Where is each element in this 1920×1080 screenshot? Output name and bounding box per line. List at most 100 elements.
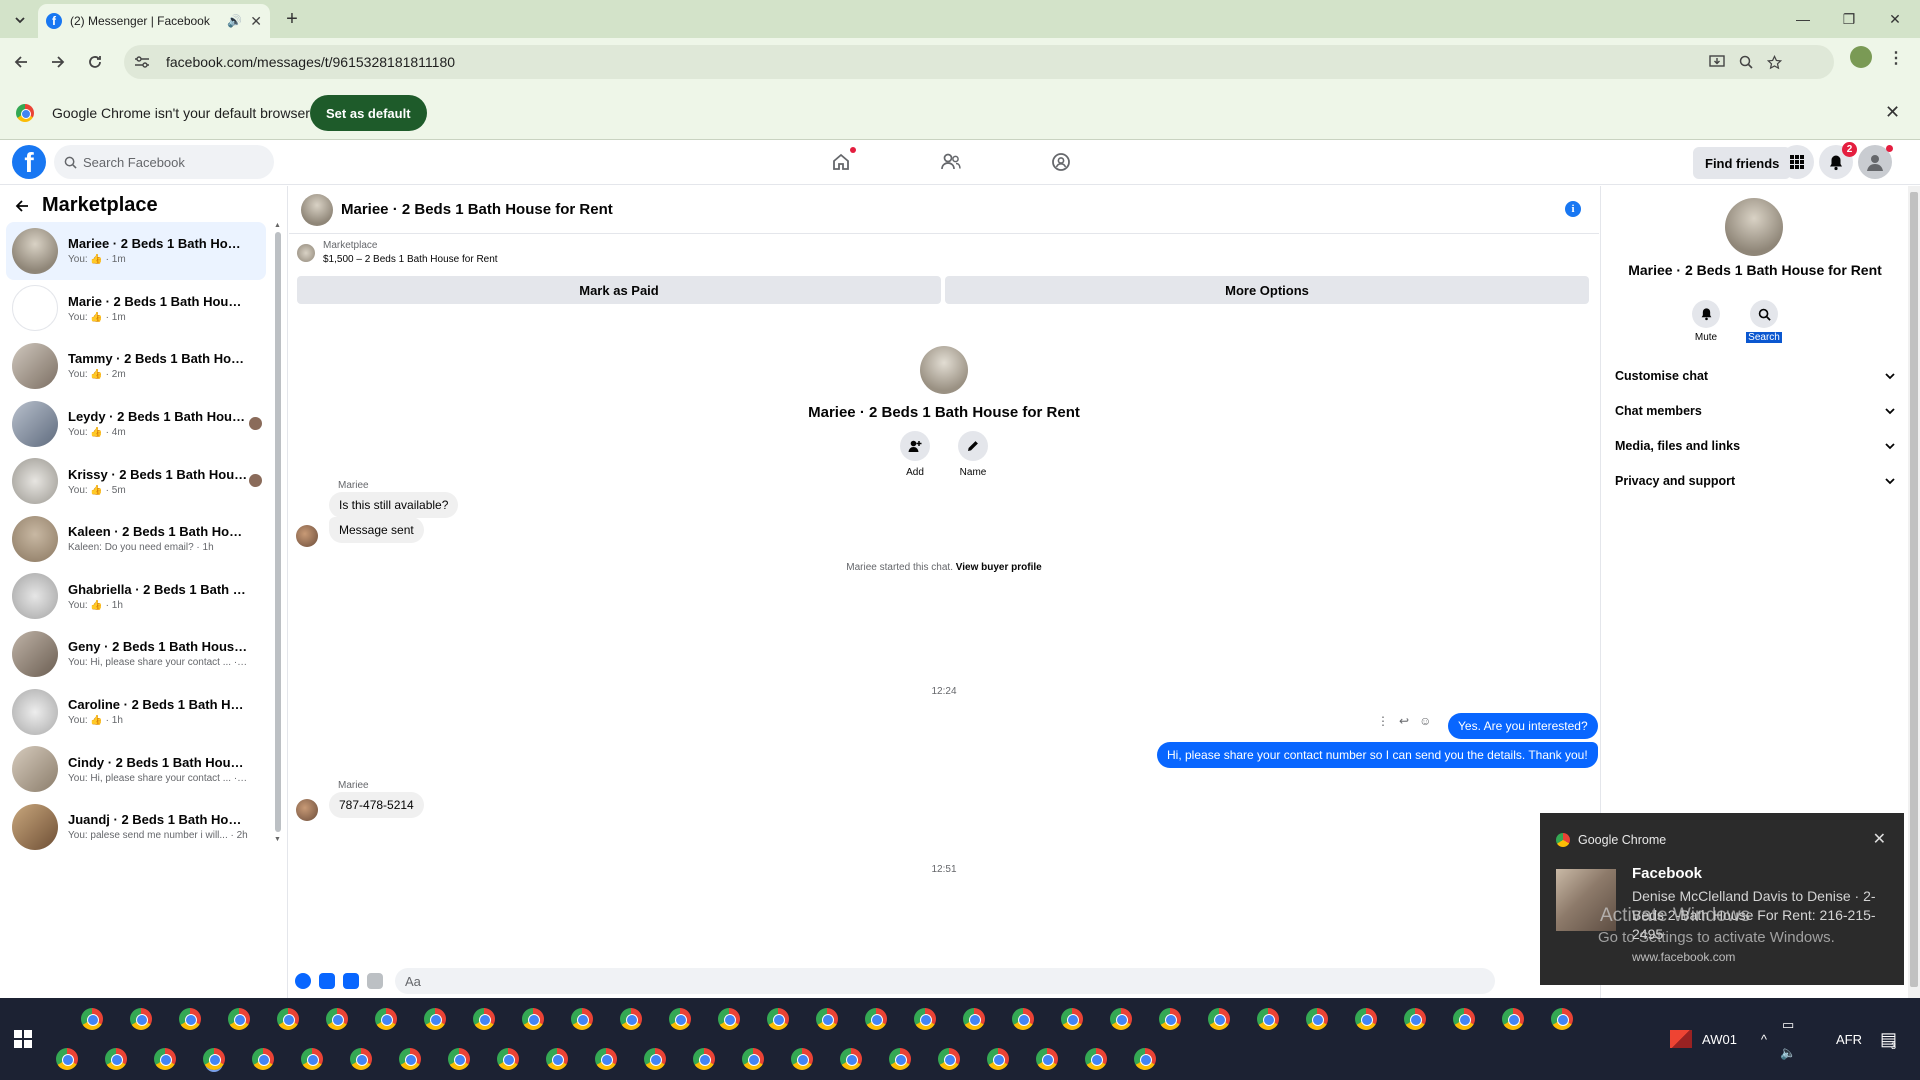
forward-button[interactable] [42, 46, 74, 78]
taskbar-chrome-icon[interactable] [1502, 1008, 1524, 1030]
taskbar-chrome-icon[interactable] [742, 1048, 764, 1070]
taskbar-chrome-icon[interactable] [326, 1008, 348, 1030]
facebook-search-input[interactable] [83, 154, 243, 170]
customise-chat-section[interactable]: Customise chat [1615, 364, 1895, 388]
minimize-button[interactable]: — [1780, 0, 1826, 38]
taskbar-chrome-icon[interactable] [1551, 1008, 1573, 1030]
taskbar-chrome-icon[interactable] [620, 1008, 642, 1030]
conversation-item[interactable]: Ghabriella · 2 Beds 1 Bath Hous... You: 👍… [6, 568, 266, 626]
taskbar-chrome-icon[interactable] [375, 1008, 397, 1030]
taskbar-chrome-icon[interactable] [1453, 1008, 1475, 1030]
taskbar-chrome-icon[interactable] [816, 1008, 838, 1030]
message-bubble-incoming[interactable]: Is this still available? [329, 492, 459, 518]
show-hidden-icons-chevron-icon[interactable]: ^ [1761, 1032, 1767, 1047]
notifications-button[interactable]: 2 [1819, 142, 1857, 179]
restore-button[interactable]: ❐ [1826, 0, 1872, 38]
conversation-item[interactable]: Tammy · 2 Beds 1 Bath House f... You: 👍 ·… [6, 337, 266, 395]
taskbar-chrome-icon[interactable] [1404, 1008, 1426, 1030]
taskbar-chrome-icon[interactable] [791, 1048, 813, 1070]
install-app-icon[interactable] [1709, 55, 1725, 69]
app-tray-icon[interactable] [1670, 1030, 1692, 1048]
message-bubble-outgoing[interactable]: Yes. Are you interested? [1448, 713, 1598, 739]
listing-price-title[interactable]: $1,500 – 2 Beds 1 Bath House for Rent [323, 254, 498, 265]
taskbar-chrome-icon[interactable] [1355, 1008, 1377, 1030]
taskbar-chrome-icon[interactable] [1306, 1008, 1328, 1030]
taskbar-chrome-icon[interactable] [350, 1048, 372, 1070]
more-actions-icon[interactable]: ⋮ [1377, 714, 1389, 728]
address-bar[interactable]: facebook.com/messages/t/9615328181811180 [124, 45, 1834, 79]
taskbar-chrome-icon[interactable] [914, 1008, 936, 1030]
conversation-scrollbar[interactable]: ▲ ▼ [274, 222, 282, 844]
set-as-default-button[interactable]: Set as default [310, 95, 427, 131]
taskbar-chrome-icon[interactable] [1036, 1048, 1058, 1070]
chrome-menu-icon[interactable]: ⋮ [1888, 48, 1904, 68]
taskbar-chrome-icon[interactable] [105, 1048, 127, 1070]
chrome-notification-toast[interactable]: Google Chrome ✕ Facebook Denise McClella… [1540, 813, 1904, 985]
conversation-item[interactable]: Cindy · 2 Beds 1 Bath House for... You: H… [6, 740, 266, 798]
notification-close-icon[interactable]: ✕ [1873, 829, 1886, 849]
conversation-item[interactable]: Kaleen · 2 Beds 1 Bath House fo... Kaleen… [6, 510, 266, 568]
taskbar-chrome-icon[interactable] [1061, 1008, 1083, 1030]
language-indicator[interactable]: AFR [1836, 998, 1862, 1080]
more-options-button[interactable]: More Options [945, 276, 1589, 304]
sender-avatar[interactable] [296, 525, 318, 547]
taskbar-chrome-icon[interactable] [1134, 1048, 1156, 1070]
chat-header-name[interactable]: Mariee · 2 Beds 1 Bath House for Rent [341, 201, 613, 218]
taskbar-chrome-icon[interactable] [767, 1008, 789, 1030]
taskbar-chrome-icon[interactable] [1159, 1008, 1181, 1030]
conversation-item[interactable]: Marie · 2 Beds 1 Bath House for... You: 👍… [6, 280, 266, 338]
view-buyer-profile-link[interactable]: View buyer profile [956, 562, 1042, 573]
message-bubble-outgoing[interactable]: Hi, please share your contact number so … [1157, 742, 1598, 768]
taskbar-chrome-icon[interactable] [448, 1048, 470, 1070]
chat-members-section[interactable]: Chat members [1615, 399, 1895, 423]
conversation-item[interactable]: Leydy · 2 Beds 1 Bath House f... You: 👍 ·… [6, 395, 266, 453]
tray-label[interactable]: AW01 [1702, 1032, 1737, 1047]
close-window-button[interactable]: ✕ [1872, 0, 1918, 38]
message-bubble-incoming[interactable]: 787-478-5214 [329, 792, 424, 818]
back-arrow-icon[interactable] [14, 198, 30, 214]
volume-icon[interactable]: 🔈 [1780, 1045, 1796, 1061]
find-friends-button[interactable]: Find friends [1693, 147, 1792, 179]
gif-icon[interactable] [367, 973, 383, 989]
reload-button[interactable] [79, 46, 111, 78]
conversation-item[interactable]: Juandj · 2 Beds 1 Bath House fo... You: p… [6, 798, 266, 856]
info-icon[interactable]: i [1565, 201, 1581, 217]
groups-nav-icon[interactable] [1048, 149, 1074, 175]
sender-avatar[interactable] [296, 799, 318, 821]
message-input[interactable] [395, 968, 1495, 994]
taskbar-chrome-icon[interactable] [277, 1008, 299, 1030]
reply-icon[interactable]: ↩ [1399, 714, 1409, 728]
profile-avatar-icon[interactable] [1850, 46, 1872, 68]
mute-button[interactable]: Mute [1687, 300, 1725, 343]
chat-header-avatar[interactable] [301, 193, 333, 226]
taskbar-chrome-icon[interactable] [203, 1048, 225, 1070]
facebook-logo-icon[interactable]: f [12, 145, 46, 179]
taskbar-chrome-icon[interactable] [130, 1008, 152, 1030]
taskbar-chrome-icon[interactable] [865, 1008, 887, 1030]
taskbar-chrome-icon[interactable] [399, 1048, 421, 1070]
taskbar-chrome-icon[interactable] [669, 1008, 691, 1030]
sticker-icon[interactable] [343, 973, 359, 989]
details-avatar[interactable] [1725, 198, 1783, 256]
page-scrollbar[interactable] [1908, 186, 1920, 998]
message-bubble-incoming[interactable]: Message sent [329, 517, 424, 543]
taskbar-chrome-icon[interactable] [522, 1008, 544, 1030]
taskbar-chrome-icon[interactable] [840, 1048, 862, 1070]
taskbar-chrome-icon[interactable] [546, 1048, 568, 1070]
infobar-close-icon[interactable]: ✕ [1885, 102, 1900, 123]
facebook-search-box[interactable] [54, 145, 274, 179]
zoom-icon[interactable] [1739, 55, 1753, 69]
add-people-button[interactable]: Add [898, 431, 932, 478]
taskbar-chrome-icon[interactable] [644, 1048, 666, 1070]
taskbar-chrome-icon[interactable] [1085, 1048, 1107, 1070]
taskbar-chrome-icon[interactable] [1110, 1008, 1132, 1030]
notification-center-button[interactable]: ▤ 3 [1880, 998, 1897, 1080]
site-info-icon[interactable] [134, 55, 152, 69]
taskbar-chrome-icon[interactable] [571, 1008, 593, 1030]
taskbar-chrome-icon[interactable] [424, 1008, 446, 1030]
taskbar-chrome-icon[interactable] [987, 1048, 1009, 1070]
conversation-item[interactable]: Mariee · 2 Beds 1 Bath House f... You: 👍 … [6, 222, 266, 280]
mark-as-paid-button[interactable]: Mark as Paid [297, 276, 941, 304]
taskbar-chrome-icon[interactable] [301, 1048, 323, 1070]
taskbar-chrome-icon[interactable] [1208, 1008, 1230, 1030]
